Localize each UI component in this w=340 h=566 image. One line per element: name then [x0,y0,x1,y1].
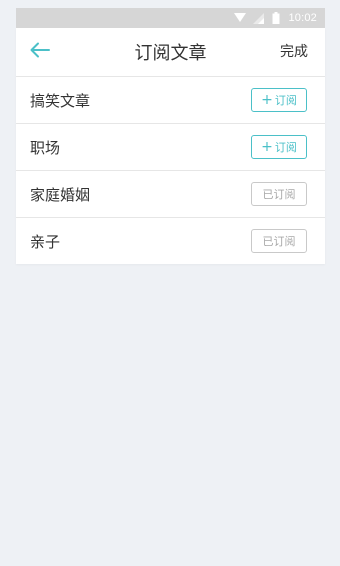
done-button[interactable]: 完成 [280,28,308,76]
list-item-label: 职场 [30,138,61,157]
plus-icon: + [261,139,273,155]
subscribed-button-label: 已订阅 [262,188,296,201]
wifi-icon [234,12,247,24]
subscription-card: 订阅文章 完成 搞笑文章 + 订阅 职场 + 订阅 家庭婚姻 已订阅 亲子 已订… [16,28,325,264]
list-item-label: 家庭婚姻 [30,185,91,204]
battery-icon [270,12,282,24]
subscribed-button[interactable]: 已订阅 [251,182,307,206]
subscribe-button[interactable]: + 订阅 [251,135,307,159]
signal-icon [252,12,264,24]
header-bar: 订阅文章 完成 [16,28,325,77]
subscribed-button[interactable]: 已订阅 [251,229,307,253]
screen: 10:02 订阅文章 完成 搞笑文章 + 订阅 职场 + 订阅 家庭婚姻 已订阅… [0,0,340,566]
status-time: 10:02 [288,12,317,24]
list-item-label: 搞笑文章 [30,91,91,110]
back-button[interactable] [28,41,52,63]
list-item: 职场 + 订阅 [16,124,325,171]
list-item: 家庭婚姻 已订阅 [16,171,325,218]
plus-icon: + [261,92,273,108]
list-item-label: 亲子 [30,232,61,251]
list-item: 亲子 已订阅 [16,218,325,264]
list-item: 搞笑文章 + 订阅 [16,77,325,124]
subscribe-button-label: 订阅 [274,141,297,154]
arrow-left-icon [30,42,50,62]
status-bar: 10:02 [16,8,325,28]
subscribed-button-label: 已订阅 [262,235,296,248]
subscribe-button[interactable]: + 订阅 [251,88,307,112]
subscribe-button-label: 订阅 [274,94,297,107]
page-title: 订阅文章 [134,43,207,64]
